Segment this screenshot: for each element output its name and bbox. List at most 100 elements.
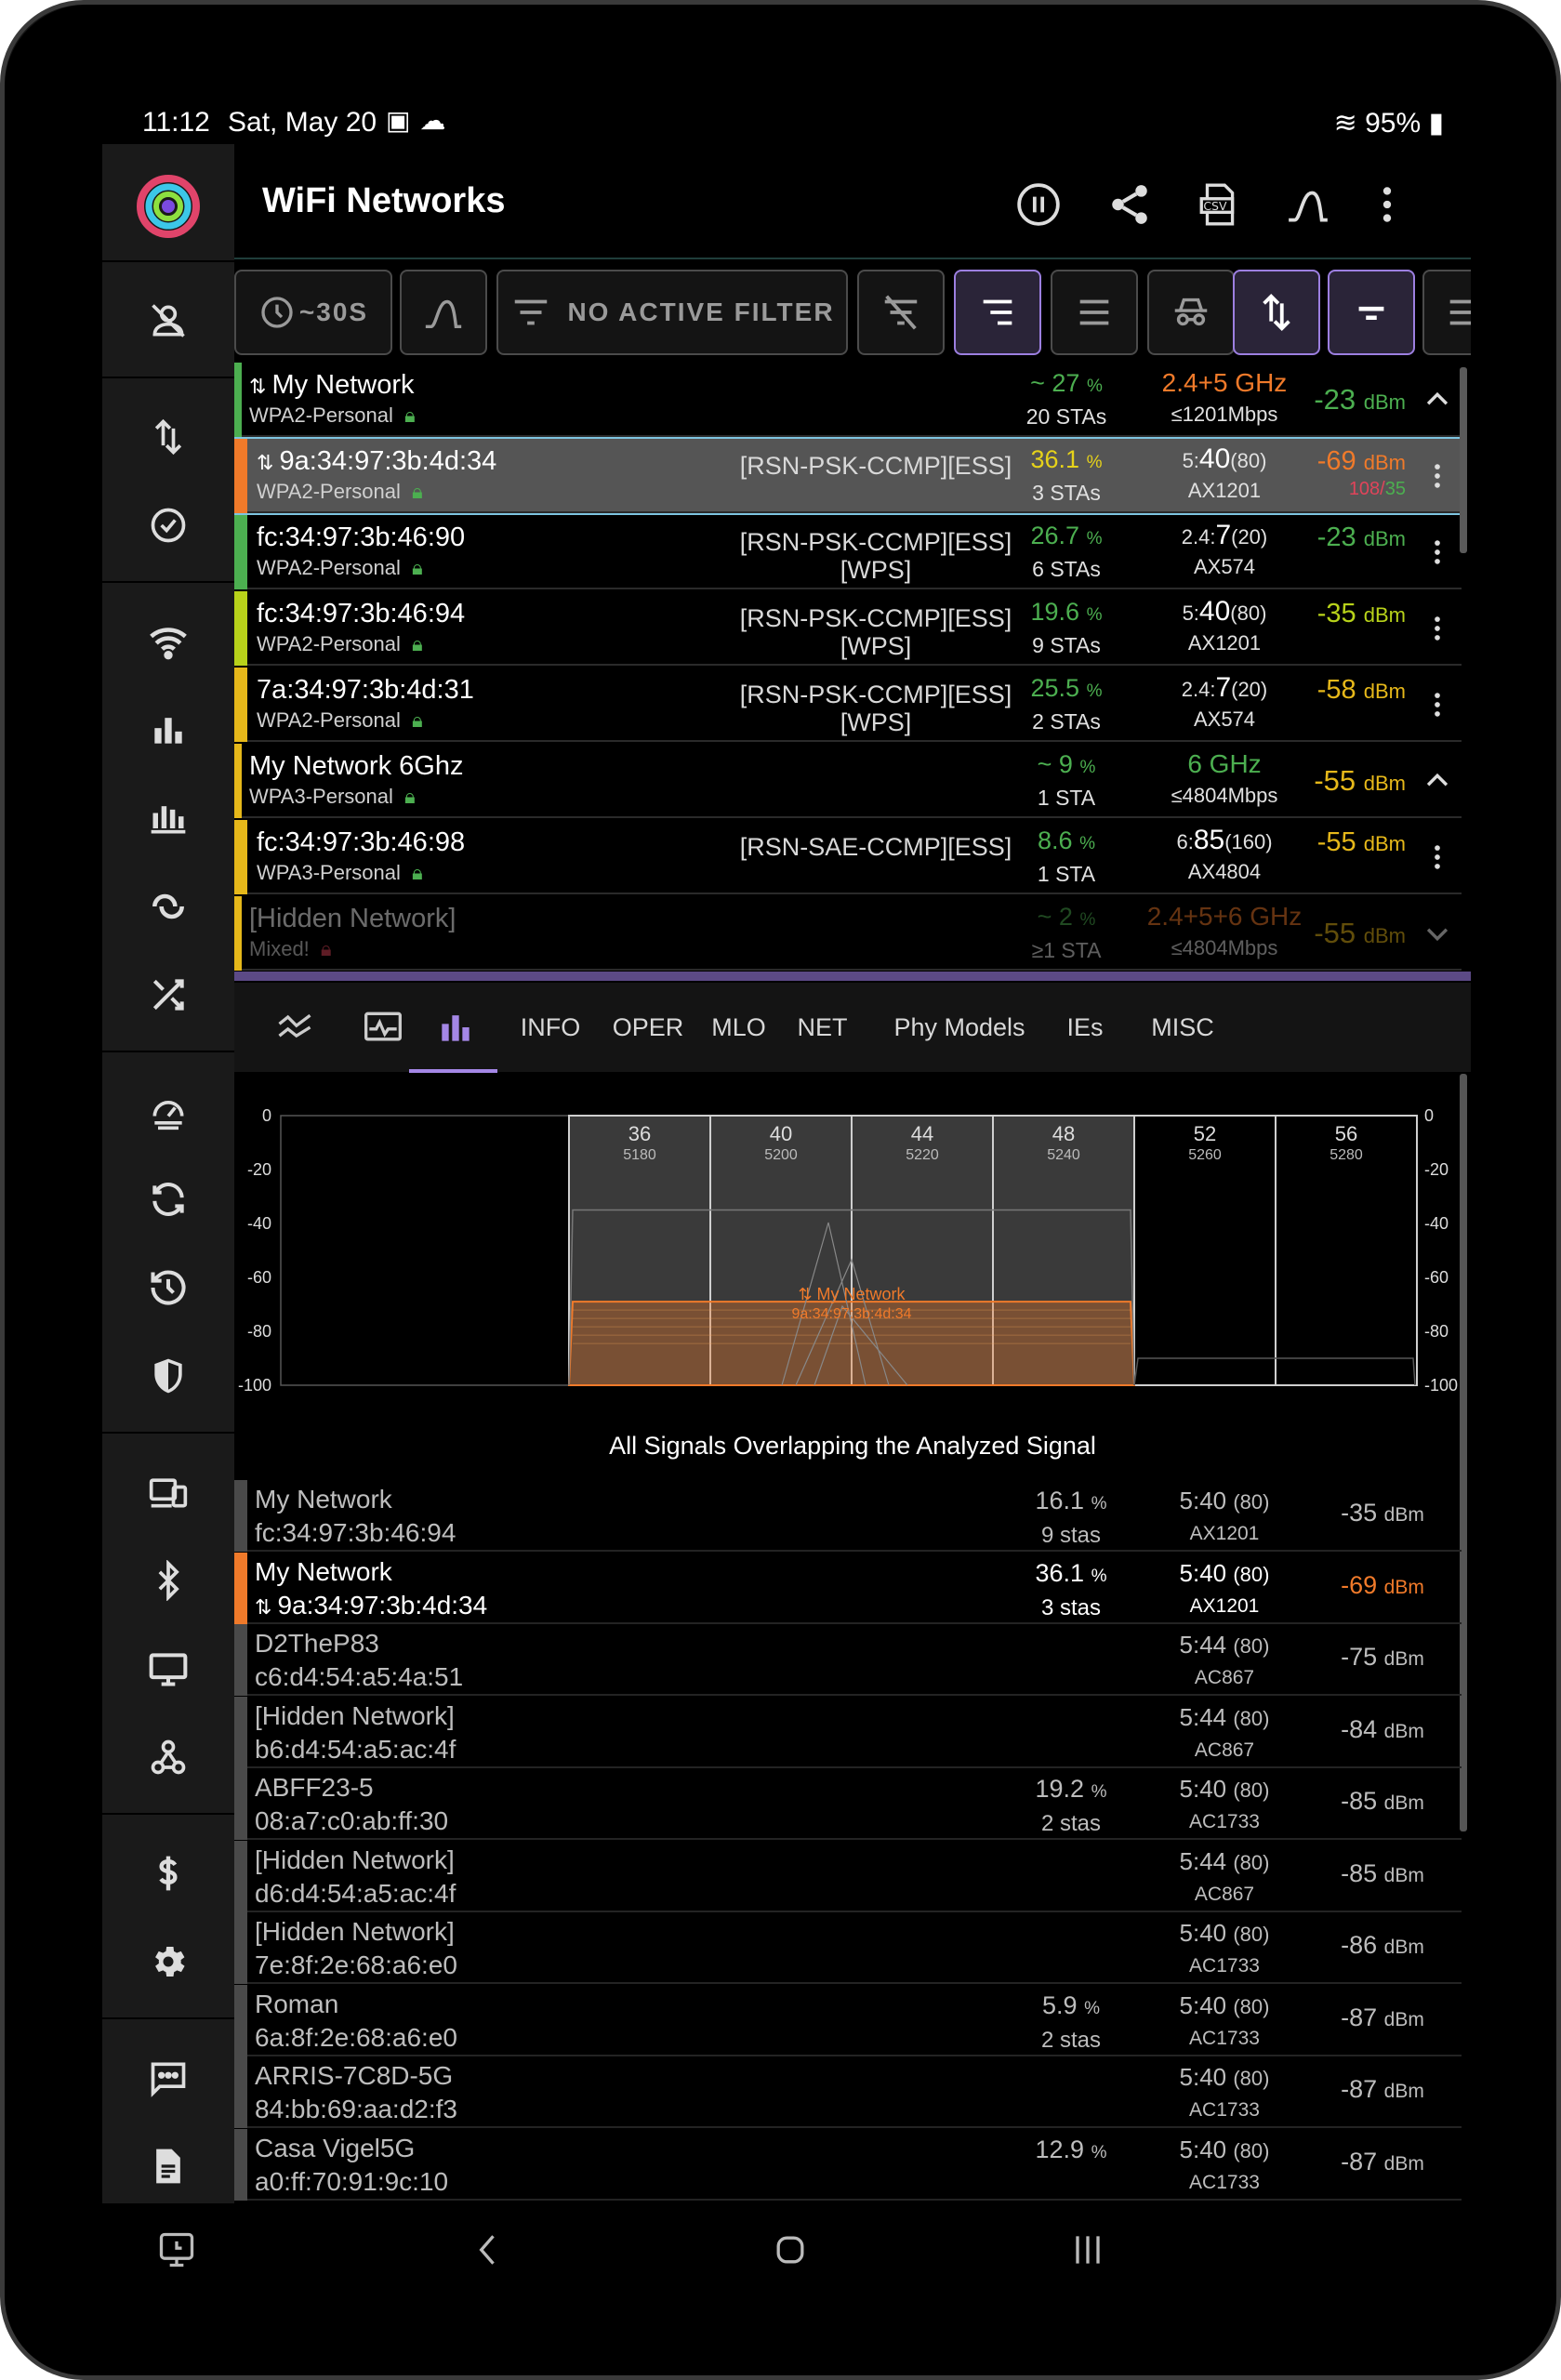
collapse-icon[interactable] bbox=[1419, 379, 1456, 420]
splitter-bar[interactable] bbox=[234, 972, 1471, 981]
filter-button[interactable]: NO ACTIVE FILTER bbox=[496, 270, 848, 355]
more-vert-icon[interactable] bbox=[1419, 837, 1456, 878]
recents-icon[interactable] bbox=[1060, 2222, 1116, 2278]
shuffle-icon[interactable] bbox=[102, 958, 234, 1032]
share-icon[interactable] bbox=[1097, 172, 1162, 237]
utilization-unit: % bbox=[1086, 377, 1103, 396]
sync-icon[interactable] bbox=[102, 1162, 234, 1236]
shield-icon[interactable] bbox=[102, 1339, 234, 1413]
overlap-row[interactable]: [Hidden Network] b6:d4:54:a5:ac:4f 5:44 … bbox=[234, 1696, 1462, 1768]
chat-icon[interactable] bbox=[102, 2041, 234, 2115]
capabilities-text-2: [WPS] bbox=[840, 708, 912, 736]
overlap-bssid-text: 08:a7:c0:ab:ff:30 bbox=[255, 1806, 449, 1835]
screen-recorder-icon[interactable] bbox=[149, 2222, 205, 2278]
link-icon[interactable] bbox=[102, 869, 234, 944]
dollar-icon[interactable] bbox=[102, 1836, 234, 1911]
more-vert-icon[interactable] bbox=[1419, 532, 1456, 573]
overlap-rssi-value: -87 bbox=[1341, 2003, 1378, 2031]
bluetooth-icon[interactable] bbox=[102, 1543, 234, 1618]
overlap-rssi: -84 dBm bbox=[1303, 1715, 1462, 1744]
app-logo-icon[interactable] bbox=[136, 174, 201, 239]
clear-filter-button[interactable] bbox=[857, 270, 945, 355]
more-toolbar-button[interactable] bbox=[1422, 270, 1471, 355]
overlap-row[interactable]: [Hidden Network] 7e:8f:2e:68:a6:e0 5:40 … bbox=[234, 1912, 1462, 1984]
overlap-row[interactable]: D2TheP83 c6:d4:54:a5:4a:51 5:44 (80) AC8… bbox=[234, 1624, 1462, 1696]
devices-icon[interactable] bbox=[102, 1455, 234, 1529]
history-icon[interactable] bbox=[102, 1250, 234, 1325]
tab-mlo[interactable]: MLO bbox=[699, 983, 778, 1072]
utilization-unit: % bbox=[1079, 758, 1096, 777]
back-icon[interactable] bbox=[460, 2222, 516, 2278]
network-bssid-row[interactable]: ⇅ 9a:34:97:3b:4d:34 WPA2-Personal 🔒︎ [RSN… bbox=[234, 437, 1463, 515]
station-count: 6 STAs bbox=[1032, 557, 1101, 581]
filter-off-icon bbox=[884, 295, 918, 330]
overlap-rssi-value: -69 bbox=[1341, 1570, 1378, 1599]
overlap-channel: 5:40 (80) AC1733 bbox=[1141, 1917, 1308, 1982]
stacked-bars-icon[interactable] bbox=[102, 781, 234, 855]
home-icon[interactable] bbox=[762, 2222, 818, 2278]
group-toggle-button[interactable] bbox=[1233, 270, 1320, 355]
overlap-channel-width: (80) bbox=[1233, 1994, 1270, 2018]
person-off-icon[interactable] bbox=[102, 284, 234, 358]
tab-net[interactable]: NET bbox=[783, 983, 862, 1072]
tab-misc[interactable]: MISC bbox=[1127, 983, 1238, 1072]
collapse-button[interactable] bbox=[1328, 270, 1415, 355]
security-text: Mixed! bbox=[249, 937, 310, 960]
more-vert-icon[interactable] bbox=[1419, 608, 1456, 649]
document-icon[interactable] bbox=[102, 2129, 234, 2203]
tab-indicator bbox=[409, 1069, 497, 1073]
more-vert-icon[interactable] bbox=[1419, 456, 1456, 496]
network-bssid-row[interactable]: fc:34:97:3b:46:98 WPA3-Personal 🔒︎ [RSN-… bbox=[234, 820, 1462, 894]
overlap-section-title: All Signals Overlapping the Analyzed Sig… bbox=[609, 1432, 1096, 1460]
sort-signal-button[interactable] bbox=[954, 270, 1041, 355]
expand-icon[interactable] bbox=[1419, 913, 1456, 954]
curve-view-button[interactable] bbox=[400, 270, 487, 355]
network-bssid-row[interactable]: fc:34:97:3b:46:94 WPA2-Personal 🔒︎ [RSN-… bbox=[234, 591, 1462, 666]
refresh-interval-button[interactable]: ~30S bbox=[234, 270, 392, 355]
network-group-row[interactable]: My Network 6Ghz WPA3-Personal 🔒︎ ~ 9 % 1… bbox=[234, 744, 1462, 818]
gear-icon[interactable] bbox=[102, 1924, 234, 1999]
network-group-row[interactable]: [Hidden Network] Mixed! 🔒︎ ~ 2 % ≥1 STA … bbox=[234, 896, 1462, 971]
rssi-value: -23 bbox=[1316, 522, 1356, 552]
overlap-row[interactable]: Casa Vigel5G a0:ff:70:91:9c:10 12.9 % 5:… bbox=[234, 2128, 1462, 2201]
progress-line bbox=[234, 258, 1471, 259]
list-scrollbar[interactable] bbox=[1460, 367, 1467, 553]
tab-oper[interactable]: OPER bbox=[602, 983, 695, 1072]
tab-info[interactable]: INFO bbox=[504, 983, 597, 1072]
network-group-row[interactable]: ⇅ My Network WPA2-Personal 🔒︎ ~ 27 % 20 S… bbox=[234, 363, 1462, 437]
curve-icon[interactable] bbox=[1276, 172, 1341, 237]
webhook-icon[interactable] bbox=[102, 1720, 234, 1794]
y-tick-right: -60 bbox=[1424, 1268, 1449, 1287]
collapse-icon[interactable] bbox=[1419, 760, 1456, 801]
overlap-row[interactable]: ARRIS-7C8D-5G 84:bb:69:aa:d2:f3 5:40 (80… bbox=[234, 2056, 1462, 2128]
monitor-icon[interactable] bbox=[102, 1632, 234, 1706]
pause-icon[interactable] bbox=[1006, 172, 1071, 237]
bar-chart-icon[interactable] bbox=[102, 693, 234, 767]
overlap-row[interactable]: My Network ⇅ 9a:34:97:3b:4d:34 36.1 % 3 s… bbox=[234, 1552, 1462, 1624]
incognito-button[interactable] bbox=[1147, 270, 1235, 355]
overlap-row[interactable]: My Network fc:34:97:3b:46:94 16.1 % 9 st… bbox=[234, 1480, 1462, 1552]
channel-info: 2.4:7(20) AX574 bbox=[1136, 673, 1313, 734]
network-bssid-row[interactable]: 7a:34:97:3b:4d:31 WPA2-Personal 🔒︎ [RSN-… bbox=[234, 668, 1462, 742]
tab-channel-chart[interactable] bbox=[409, 983, 502, 1072]
check-circle-icon[interactable] bbox=[102, 488, 234, 562]
overlap-row[interactable]: [Hidden Network] d6:d4:54:a5:ac:4f 5:44 … bbox=[234, 1840, 1462, 1912]
more-vert-icon[interactable] bbox=[1355, 172, 1420, 237]
swap-vert-icon[interactable] bbox=[102, 400, 234, 474]
csv-icon[interactable]: CSV bbox=[1186, 172, 1251, 237]
tab-ies[interactable]: IEs bbox=[1048, 983, 1122, 1072]
tab-signal-chart[interactable] bbox=[253, 983, 337, 1072]
security-text: WPA3-Personal bbox=[257, 861, 401, 884]
list-view-button[interactable] bbox=[1051, 270, 1138, 355]
app-bar: WiFi Networks CSV bbox=[234, 144, 1471, 263]
channel-utilization: 8.6 % 1 STA bbox=[997, 826, 1136, 889]
overlap-row[interactable]: ABFF23-5 08:a7:c0:ab:ff:30 19.2 % 2 stas… bbox=[234, 1768, 1462, 1840]
wifi-icon[interactable] bbox=[102, 604, 234, 679]
network-bssid-row[interactable]: fc:34:97:3b:46:90 WPA2-Personal 🔒︎ [RSN-… bbox=[234, 515, 1462, 589]
speed-icon[interactable] bbox=[102, 1074, 234, 1148]
network-security: WPA2-Personal 🔒︎ bbox=[257, 708, 423, 733]
network-name-text: fc:34:97:3b:46:90 bbox=[257, 522, 466, 552]
tab-phy-models[interactable]: Phy Models bbox=[876, 983, 1043, 1072]
more-vert-icon[interactable] bbox=[1419, 684, 1456, 725]
overlap-row[interactable]: Roman 6a:8f:2e:68:a6:e0 5.9 % 2 stas 5:4… bbox=[234, 1984, 1462, 2056]
